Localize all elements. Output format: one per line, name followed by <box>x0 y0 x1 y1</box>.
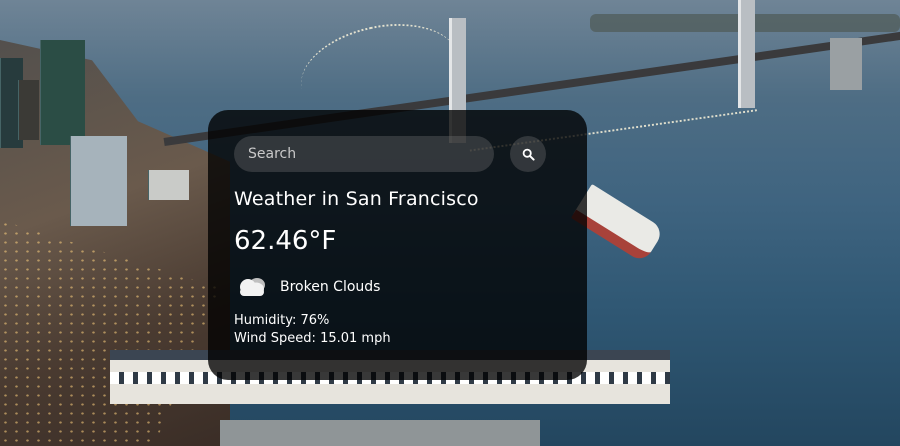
city-title: Weather in San Francisco <box>234 188 479 210</box>
skyscraper <box>40 40 85 145</box>
weather-description: Broken Clouds <box>234 274 561 300</box>
weather-card: Weather in San Francisco 62.46°F Broken … <box>208 110 587 380</box>
search-button[interactable] <box>510 136 546 172</box>
pier-building <box>220 420 540 446</box>
weather-stats: Humidity: 76% Wind Speed: 15.01 mph <box>234 312 561 348</box>
search-icon <box>522 148 535 161</box>
skyscraper <box>70 136 127 226</box>
wind-speed-text: Wind Speed: 15.01 mph <box>234 331 391 346</box>
search-bar <box>234 136 561 172</box>
building <box>148 170 189 200</box>
search-input[interactable] <box>234 136 494 172</box>
bridge-tower <box>738 0 755 108</box>
temperature: 62.46°F <box>234 226 337 256</box>
broken-clouds-icon <box>234 274 270 300</box>
condition-text: Broken Clouds <box>280 279 381 295</box>
humidity-text: Humidity: 76% <box>234 313 330 328</box>
bridge-pier <box>830 38 862 90</box>
skyscraper <box>18 80 39 140</box>
